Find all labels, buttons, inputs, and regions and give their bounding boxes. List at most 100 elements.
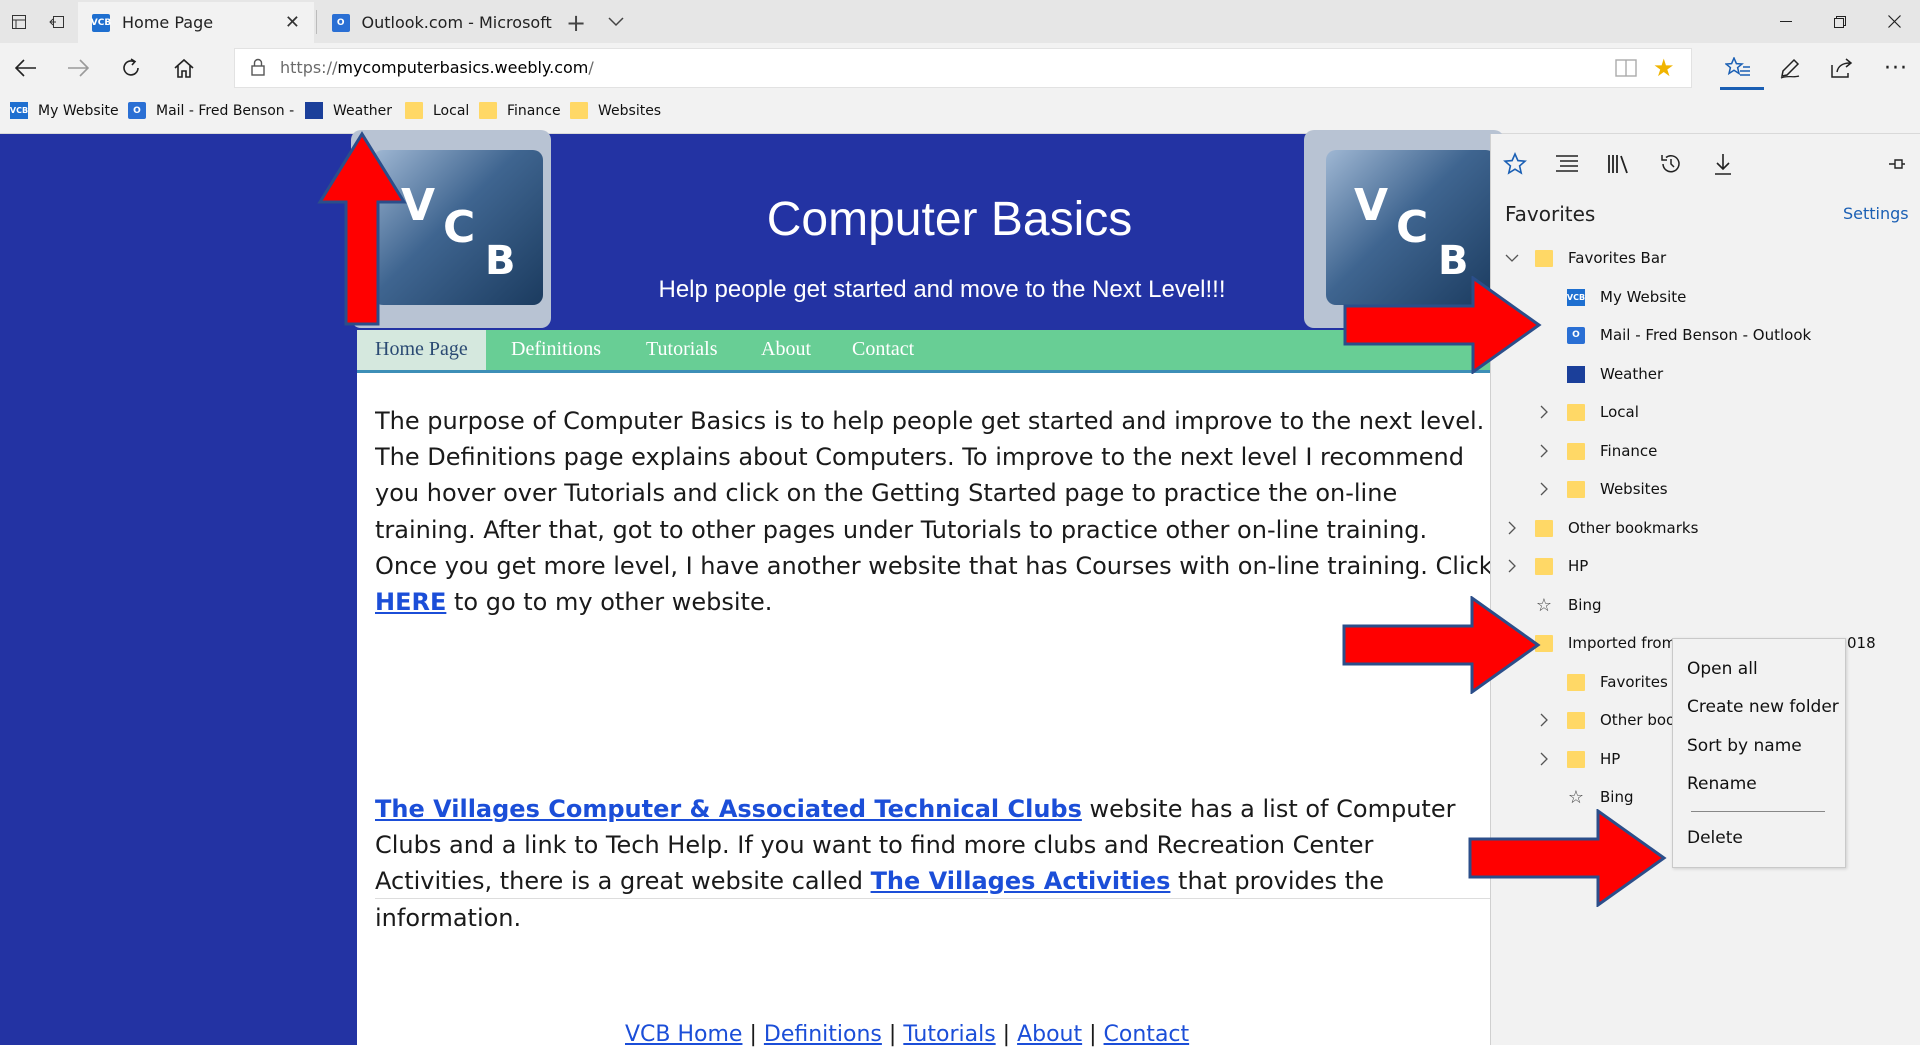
- menu-contact[interactable]: Contact: [852, 330, 914, 370]
- ctx-open-all[interactable]: Open all: [1687, 659, 1758, 679]
- back-icon[interactable]: [8, 51, 44, 85]
- refresh-icon[interactable]: [113, 51, 149, 85]
- favbar-item-weather[interactable]: Weather: [305, 102, 392, 119]
- menu-definitions[interactable]: Definitions: [511, 330, 601, 370]
- hub-item-hp[interactable]: HP: [1505, 551, 1588, 581]
- favbar-label: Local: [433, 102, 470, 119]
- hub-item-imported[interactable]: Imported from: [1535, 628, 1676, 658]
- hub-item-bing-imported[interactable]: ☆ Bing: [1567, 782, 1634, 812]
- tab-divider: [316, 10, 317, 34]
- favbar-label: Websites: [598, 102, 662, 119]
- hub-item-label: Bing: [1568, 596, 1602, 614]
- here-link[interactable]: HERE: [375, 588, 446, 616]
- hub-favorites-star-icon[interactable]: [1497, 146, 1533, 182]
- villages-clubs-link[interactable]: The Villages Computer & Associated Techn…: [375, 795, 1082, 823]
- paragraph-line: The Villages Computer & Associated Techn…: [375, 791, 1515, 827]
- footer-link-about[interactable]: About: [1017, 1022, 1082, 1047]
- navigation-bar: https://mycomputerbasics.weebly.com/ ★ ·…: [0, 43, 1920, 91]
- footer-link-vcb-home[interactable]: VCB Home: [625, 1022, 742, 1047]
- chevron-down-icon[interactable]: [608, 13, 624, 31]
- chevron-right-icon[interactable]: [1505, 521, 1519, 535]
- hub-item-hp-imported[interactable]: HP: [1537, 744, 1620, 774]
- favorite-star-icon[interactable]: ★: [1653, 54, 1675, 82]
- address-bar[interactable]: https://mycomputerbasics.weebly.com/ ★: [234, 48, 1692, 88]
- favbar-folder-finance[interactable]: Finance: [479, 102, 561, 119]
- pin-icon[interactable]: [1879, 146, 1915, 182]
- favbar-folder-websites[interactable]: Websites: [570, 102, 661, 119]
- outlook-favicon-icon: O: [332, 13, 350, 32]
- hub-item-favorites-bar[interactable]: Favorites Bar: [1505, 243, 1666, 273]
- chevron-right-icon[interactable]: [1537, 405, 1551, 419]
- hub-item-weather[interactable]: Weather: [1567, 359, 1663, 389]
- hub-item-my-website[interactable]: VCB My Website: [1567, 282, 1686, 312]
- ctx-separator: [1691, 811, 1825, 812]
- tabs-aside-icon[interactable]: [44, 10, 70, 34]
- folder-icon: [479, 102, 497, 119]
- chevron-down-icon[interactable]: [1505, 251, 1519, 265]
- ctx-sort-by-name[interactable]: Sort by name: [1687, 736, 1802, 756]
- favbar-folder-local[interactable]: Local: [405, 102, 469, 119]
- hub-item-websites[interactable]: Websites: [1537, 474, 1668, 504]
- ctx-delete[interactable]: Delete: [1687, 828, 1743, 848]
- forward-icon[interactable]: [60, 51, 96, 85]
- hub-item-other-boo[interactable]: Other boo: [1537, 705, 1675, 735]
- hub-item-label: Local: [1600, 403, 1639, 421]
- tab-outlook[interactable]: O Outlook.com - Microsoft fre: [318, 2, 556, 43]
- chevron-right-icon[interactable]: [1537, 444, 1551, 458]
- menu-home-page[interactable]: Home Page: [357, 330, 486, 370]
- favbar-label: Weather: [333, 102, 392, 119]
- ctx-rename[interactable]: Rename: [1687, 774, 1757, 794]
- hub-reading-list-icon[interactable]: [1549, 146, 1585, 182]
- hub-item-favorites-e[interactable]: Favorites E: [1567, 667, 1682, 697]
- close-tab-icon[interactable]: ✕: [285, 12, 300, 33]
- context-menu: Open all Create new folder Sort by name …: [1672, 638, 1846, 868]
- folder-icon: [1535, 519, 1553, 537]
- minimize-icon[interactable]: [1760, 0, 1812, 43]
- hub-item-other-bookmarks[interactable]: Other bookmarks: [1505, 513, 1698, 543]
- hub-item-finance[interactable]: Finance: [1537, 436, 1657, 466]
- folder-icon: [1567, 711, 1585, 729]
- hub-item-mail[interactable]: O Mail - Fred Benson - Outlook: [1567, 320, 1811, 350]
- hub-settings-link[interactable]: Settings: [1843, 204, 1909, 223]
- footer-link-contact[interactable]: Contact: [1104, 1022, 1190, 1047]
- chevron-right-icon[interactable]: [1537, 752, 1551, 766]
- menu-tutorials[interactable]: Tutorials: [646, 330, 718, 370]
- ctx-create-new-folder[interactable]: Create new folder: [1687, 697, 1839, 717]
- hub-item-label: HP: [1568, 557, 1589, 575]
- footer-separator: |: [749, 1022, 757, 1047]
- hub-item-local[interactable]: Local: [1537, 397, 1639, 427]
- home-icon[interactable]: [166, 51, 202, 85]
- folder-icon: [1567, 403, 1585, 421]
- outlook-icon: O: [128, 102, 146, 119]
- tab-home-page[interactable]: VCB Home Page ✕: [78, 2, 314, 43]
- paragraph-line: Once you get more level, I have another …: [375, 551, 1493, 580]
- hub-history-icon[interactable]: [1653, 146, 1689, 182]
- footer-link-tutorials[interactable]: Tutorials: [903, 1022, 995, 1047]
- tab-actions-icon[interactable]: [6, 10, 32, 34]
- hub-active-indicator: [1720, 87, 1764, 90]
- hub-downloads-icon[interactable]: [1705, 146, 1741, 182]
- hub-item-bing[interactable]: ☆ Bing: [1535, 590, 1602, 620]
- favbar-item-mail[interactable]: O Mail - Fred Benson -: [128, 102, 294, 119]
- more-icon[interactable]: ···: [1878, 51, 1914, 85]
- red-arrow-right-imported: [1342, 596, 1541, 694]
- share-icon[interactable]: [1824, 51, 1860, 85]
- restore-icon[interactable]: [1814, 0, 1866, 43]
- web-note-icon[interactable]: [1772, 51, 1808, 85]
- menu-about[interactable]: About: [761, 330, 811, 370]
- footer-separator: |: [888, 1022, 897, 1047]
- paragraph-text: that provides the: [1170, 867, 1385, 896]
- favbar-item-my-website[interactable]: VCB My Website: [10, 102, 119, 119]
- favorites-hub-icon[interactable]: [1720, 51, 1756, 85]
- folder-icon: [405, 102, 423, 119]
- new-tab-icon[interactable]: +: [566, 9, 586, 37]
- hub-books-icon[interactable]: [1601, 146, 1637, 182]
- chevron-right-icon[interactable]: [1537, 482, 1551, 496]
- footer-link-definitions[interactable]: Definitions: [764, 1022, 882, 1047]
- reading-view-icon[interactable]: [1615, 58, 1637, 82]
- chevron-right-icon[interactable]: [1505, 559, 1519, 573]
- close-window-icon[interactable]: [1868, 0, 1920, 43]
- chevron-right-icon[interactable]: [1537, 713, 1551, 727]
- weather-icon: [1567, 365, 1585, 383]
- villages-activities-link[interactable]: The Villages Activities: [871, 867, 1171, 895]
